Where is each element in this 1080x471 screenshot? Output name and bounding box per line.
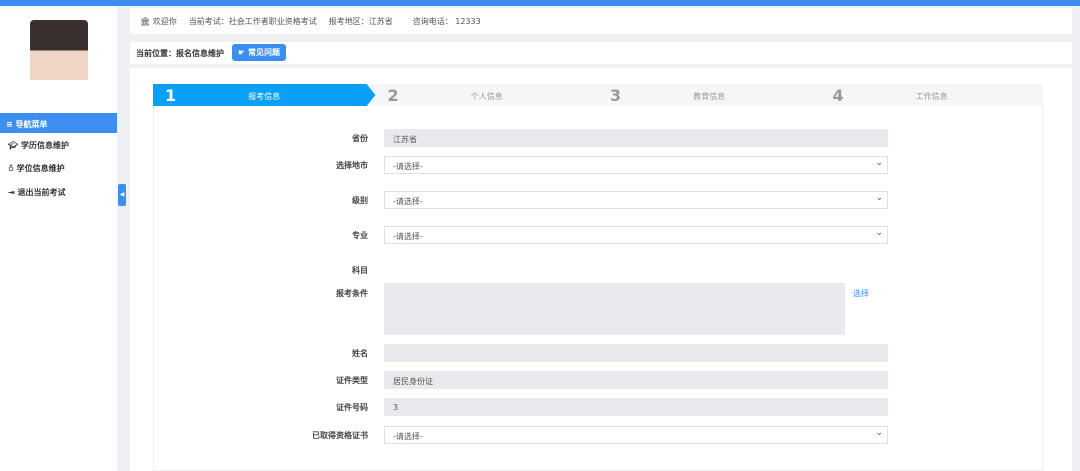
hand-pointer-icon: ☛ — [238, 47, 248, 57]
sidebar-item-exit[interactable]: ⇥ 退出当前考试 — [8, 187, 66, 198]
subject-label: 科目 — [352, 266, 368, 275]
sidebar: ≡ 导航菜单 🎓︎ 学历信息维护 ♁ 学位信息维护 ⇥ 退出当前考试 — [0, 6, 117, 471]
city-select[interactable]: -请选择- — [384, 156, 888, 174]
breadcrumb: 当前位置：报名信息维护 ☛ 常见问题 — [130, 42, 1072, 64]
top-bar — [0, 0, 1080, 6]
sidebar-item-education[interactable]: 🎓︎ 学历信息维护 — [8, 140, 69, 151]
collapse-sidebar-button[interactable]: ◀ — [118, 184, 126, 206]
nav-menu-header: ≡ 导航菜单 — [0, 113, 117, 133]
sign-out-icon: ⇥ — [8, 188, 18, 197]
name-label: 姓名 — [352, 349, 368, 358]
id-number-label: 证件号码 — [336, 403, 368, 412]
step-1[interactable]: 1 报考信息 — [153, 84, 376, 106]
certificate-label: 已取得资格证书 — [312, 431, 368, 440]
city-label: 选择地市 — [336, 161, 368, 170]
condition-textarea[interactable] — [384, 283, 845, 335]
level-label: 级别 — [352, 196, 368, 205]
welcome: 🏛︎ 欢迎你 — [140, 17, 177, 26]
step-2[interactable]: 2 个人信息 — [376, 84, 599, 106]
condition-label: 报考条件 — [336, 289, 368, 298]
province-label: 省份 — [352, 134, 368, 143]
avatar — [30, 20, 88, 100]
exam-region: 报考地区：江苏省 — [328, 17, 393, 26]
province-field: 江苏省 — [384, 129, 888, 147]
certificate-select[interactable]: -请选择- — [384, 426, 888, 444]
level-select[interactable]: -请选择- — [384, 191, 888, 209]
id-number-field: 3 — [384, 398, 888, 416]
major-label: 专业 — [352, 231, 368, 240]
step-3[interactable]: 3 教育信息 — [598, 84, 821, 106]
faq-button[interactable]: ☛ 常见问题 — [232, 43, 286, 61]
info-bar: 🏛︎ 欢迎你 当前考试：社会工作者职业资格考试 报考地区：江苏省 咨询电话： 1… — [130, 8, 1072, 34]
id-type-field: 居民身份证 — [384, 371, 888, 389]
bank-icon: 🏛︎ — [140, 17, 153, 26]
phone: 咨询电话： 12333 — [412, 17, 481, 26]
step-4[interactable]: 4 工作信息 — [821, 84, 1044, 106]
major-select[interactable]: -请选择- — [384, 226, 888, 244]
current-exam: 当前考试：社会工作者职业资格考试 — [188, 17, 317, 26]
graduation-cap-icon: 🎓︎ — [8, 141, 21, 150]
sidebar-item-degree[interactable]: ♁ 学位信息维护 — [8, 163, 65, 174]
step-progress: 1 报考信息 2 个人信息 3 教育信息 4 工作信息 — [153, 84, 1043, 106]
medal-icon: ♁ — [8, 164, 17, 173]
id-type-label: 证件类型 — [336, 376, 368, 385]
name-field — [384, 344, 888, 362]
select-condition-link[interactable]: 选择 — [853, 288, 869, 299]
